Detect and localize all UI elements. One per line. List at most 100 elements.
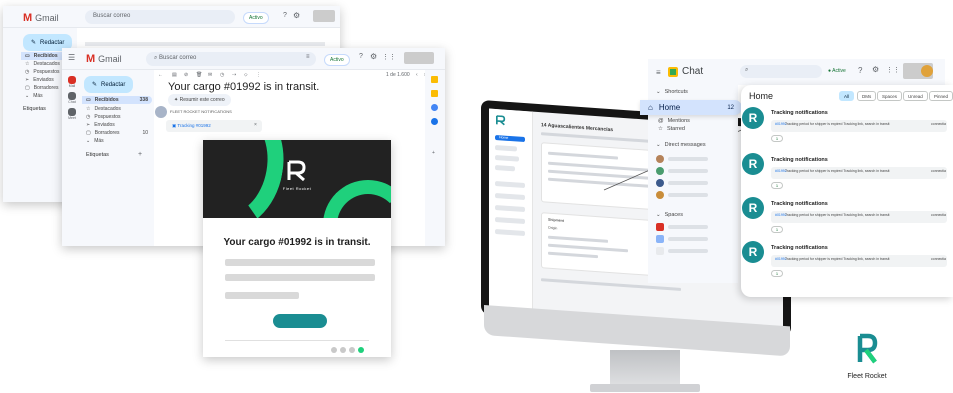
filter-unread[interactable]: Unread: [903, 91, 928, 101]
tasks-icon[interactable]: [431, 104, 438, 111]
app-nav-item[interactable]: [495, 228, 525, 237]
nav-count: 10: [142, 130, 148, 136]
close-chip-icon[interactable]: ×: [254, 122, 257, 128]
gmail-front-logo[interactable]: M Gmail: [86, 53, 122, 65]
add-label-icon[interactable]: +: [138, 151, 142, 158]
app-nav-item[interactable]: [495, 180, 525, 189]
app-nav-item[interactable]: [495, 144, 517, 152]
gear-icon[interactable]: ⚙: [293, 11, 300, 20]
help-icon[interactable]: ?: [858, 66, 862, 75]
apps-icon[interactable]: ⋮⋮: [886, 66, 900, 74]
dm-avatar[interactable]: [656, 155, 664, 163]
nav-count: 338: [139, 97, 148, 103]
account-avatar[interactable]: [903, 63, 933, 79]
filter-dms[interactable]: DMs: [857, 91, 877, 101]
mark-unread-icon[interactable]: ✉: [208, 72, 212, 78]
social-icon[interactable]: [349, 347, 355, 353]
app-nav-item[interactable]: [495, 204, 525, 213]
chat-status[interactable]: ● Active: [828, 68, 846, 74]
move-icon[interactable]: ⇢: [232, 72, 236, 78]
list-row[interactable]: [85, 42, 325, 46]
space-icon[interactable]: [656, 235, 664, 243]
gear-icon[interactable]: ⚙: [872, 65, 879, 74]
spaces-heading[interactable]: ⌄ Spaces: [656, 212, 683, 218]
gear-icon[interactable]: ⚙: [370, 52, 377, 61]
gmail-back-logo[interactable]: M Gmail: [23, 12, 59, 24]
filter-all[interactable]: All: [839, 91, 855, 101]
dm-avatar[interactable]: [656, 179, 664, 187]
dm-heading[interactable]: ⌄ Direct messages: [656, 142, 706, 148]
app-nav-item[interactable]: [495, 164, 515, 172]
chat-search[interactable]: ⌕: [740, 65, 822, 78]
menu-icon[interactable]: ☰: [68, 53, 75, 62]
track-shipment-button[interactable]: [273, 314, 327, 328]
notification-message[interactable]: #01992 Tracking period for shipper is ex…: [771, 167, 947, 179]
notification-avatar[interactable]: R: [742, 107, 764, 129]
filter-icon[interactable]: ≡: [306, 54, 310, 60]
app-nav-item[interactable]: [495, 154, 519, 162]
placeholder-line: [225, 274, 375, 281]
back-arrow-icon[interactable]: ←: [158, 72, 163, 78]
gmail-back-status[interactable]: Activo: [243, 12, 269, 24]
space-icon[interactable]: [656, 247, 664, 255]
add-addon-icon[interactable]: +: [432, 150, 435, 156]
more-icon[interactable]: ⋮: [256, 72, 261, 78]
rail-mail[interactable]: Mail: [66, 76, 78, 88]
gmail-back-search[interactable]: Buscar correo: [85, 10, 235, 24]
chat-logo[interactable]: Chat: [668, 66, 703, 77]
social-icon[interactable]: [331, 347, 337, 353]
notification-avatar[interactable]: R: [742, 197, 764, 219]
contacts-icon[interactable]: [431, 118, 438, 125]
notification-avatar[interactable]: R: [742, 153, 764, 175]
nav-mentions[interactable]: @ Mentions: [658, 118, 690, 124]
notification-message[interactable]: #01992 Tracking period for shipper is ex…: [771, 255, 947, 267]
gmail-front-status[interactable]: Activo: [324, 54, 350, 66]
space-icon[interactable]: [656, 223, 664, 231]
notification-text: Tracking period for shipper is expired T…: [785, 213, 890, 217]
label-icon[interactable]: ⬦: [244, 72, 248, 78]
nav-item-snoozed[interactable]: ◷ Pospuestos: [82, 113, 152, 121]
social-icon[interactable]: [358, 347, 364, 353]
gmail-front-search[interactable]: ⌕ Buscar correo: [146, 52, 316, 66]
nav-starred[interactable]: ☆ Starred: [658, 126, 685, 132]
archive-icon[interactable]: ▤: [172, 72, 177, 78]
nav-item-inbox[interactable]: ▭ Recibidos 338: [82, 96, 152, 104]
filter-spaces[interactable]: Spaces: [877, 91, 903, 101]
apps-icon[interactable]: ⋮⋮: [382, 53, 396, 61]
snooze-icon[interactable]: ◷: [220, 72, 224, 78]
app-nav-item[interactable]: [495, 216, 525, 225]
nav-item-drafts[interactable]: ▢ Borradores 10: [82, 129, 152, 137]
social-icon[interactable]: [340, 347, 346, 353]
reaction-chip[interactable]: 1: [771, 270, 783, 277]
menu-icon[interactable]: ≡: [656, 68, 661, 77]
help-icon[interactable]: ?: [359, 53, 363, 60]
calendar-icon[interactable]: [431, 76, 438, 83]
nav-item-starred[interactable]: ☆ Destacados: [82, 105, 152, 113]
delete-icon[interactable]: 🗑: [196, 72, 202, 78]
account-avatar[interactable]: [404, 52, 434, 64]
summarize-chip[interactable]: ✦ Resumir este correo: [168, 94, 231, 106]
notification-message[interactable]: #01992 Tracking period for shipper is ex…: [771, 120, 947, 132]
notification-message[interactable]: #01992 Tracking period for shipper is ex…: [771, 211, 947, 223]
account-avatar[interactable]: [313, 10, 335, 22]
nav-item-sent[interactable]: ➢ Enviados: [82, 121, 152, 129]
dm-avatar[interactable]: [656, 167, 664, 175]
reaction-chip[interactable]: 1: [771, 182, 783, 189]
tracking-chip[interactable]: ▣ Tracking #01992: [166, 120, 262, 132]
keep-icon[interactable]: [431, 90, 438, 97]
reaction-chip[interactable]: 1: [771, 226, 783, 233]
dm-avatar[interactable]: [656, 191, 664, 199]
nav-home[interactable]: ⌂ Home 12: [640, 100, 742, 115]
compose-button[interactable]: ✎ Redactar: [84, 76, 134, 93]
help-icon[interactable]: ?: [283, 12, 287, 19]
shortcuts-heading[interactable]: ⌄ Shortcuts: [656, 89, 688, 95]
reaction-chip[interactable]: 1: [771, 135, 783, 142]
prev-icon[interactable]: ‹: [416, 72, 418, 78]
rail-meet[interactable]: Meet: [66, 108, 78, 120]
notification-avatar[interactable]: R: [742, 241, 764, 263]
nav-item-more[interactable]: ⌄ Más: [82, 137, 152, 145]
rail-chat[interactable]: Chat: [66, 92, 78, 104]
app-nav-item[interactable]: [495, 192, 525, 201]
filter-pinned[interactable]: Pinned: [929, 91, 953, 101]
report-icon[interactable]: ⊘: [184, 72, 188, 78]
